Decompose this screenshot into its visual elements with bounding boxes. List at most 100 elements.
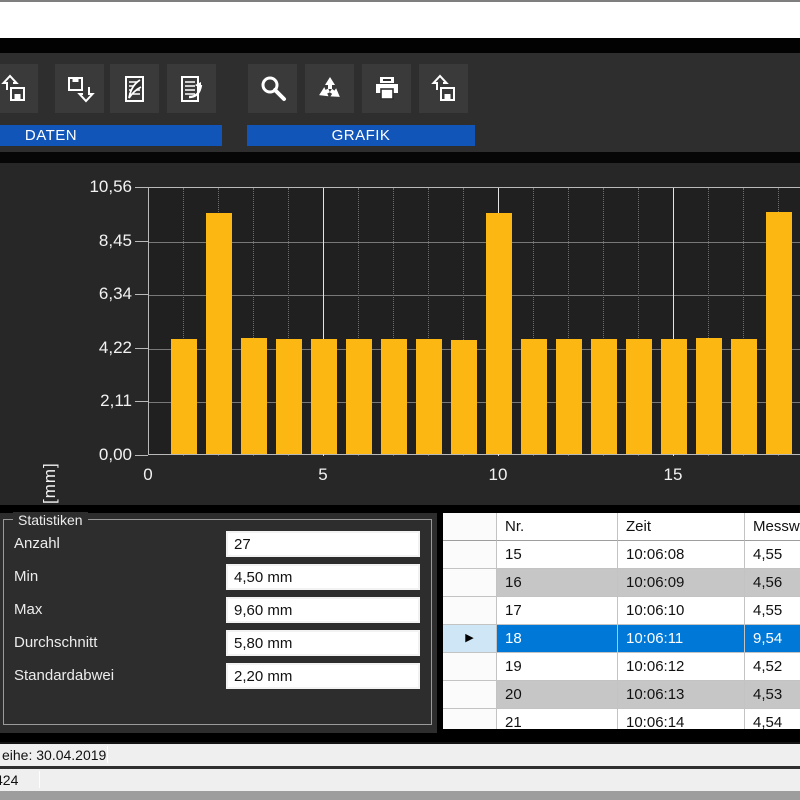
- y-tick-label: 8,45: [80, 231, 132, 251]
- printer-icon: [371, 73, 403, 105]
- statistic-row: Max: [4, 597, 433, 623]
- y-tick-mark: [135, 348, 148, 349]
- document-swoosh-icon: [119, 73, 151, 105]
- statistic-row: Anzahl: [4, 531, 433, 557]
- statistic-label: Max: [14, 601, 42, 618]
- table-cell: 10:06:08: [618, 541, 745, 569]
- measurement-chart: [mm] 0,002,114,226,348,4510,56051015: [0, 163, 800, 505]
- table-cell: 21: [497, 709, 618, 729]
- save-graphic-button[interactable]: [419, 64, 468, 113]
- row-selector-cell[interactable]: [443, 709, 497, 729]
- chart-bar: [171, 339, 197, 454]
- load-data-button[interactable]: [0, 64, 38, 113]
- statistic-value-field[interactable]: [226, 597, 420, 623]
- table-cell: 10:06:09: [618, 569, 745, 597]
- y-gridline: [149, 295, 800, 296]
- refresh-button[interactable]: [305, 64, 354, 113]
- zoom-button[interactable]: [248, 64, 297, 113]
- table-corner-header[interactable]: [443, 513, 497, 541]
- table-row[interactable]: ▶1810:06:119,54: [443, 625, 800, 653]
- save-data-button[interactable]: [55, 64, 104, 113]
- statistic-label: Anzahl: [14, 535, 60, 552]
- app-window: DATEN GRAFIK [mm] 0,002,114,226,348,4510…: [0, 0, 800, 800]
- table-row[interactable]: 1710:06:104,55: [443, 597, 800, 625]
- table-cell: 16: [497, 569, 618, 597]
- bottom-section: Statistiken Anzahl Min Max Durchschnitt Stan…: [0, 505, 800, 742]
- y-tick-mark: [135, 187, 148, 188]
- status-bar-device: 424: [0, 769, 800, 791]
- export-data-button[interactable]: [167, 64, 216, 113]
- table-row[interactable]: 1910:06:124,52: [443, 653, 800, 681]
- table-column-header[interactable]: Messwert: [745, 513, 800, 541]
- row-selector-cell[interactable]: [443, 681, 497, 709]
- measurement-table: Nr.ZeitMesswert1510:06:084,551610:06:094…: [443, 513, 800, 729]
- y-tick-label: 0,00: [80, 445, 132, 465]
- recycle-icon: [314, 73, 346, 105]
- table-cell: 4,56: [745, 569, 800, 597]
- table-cell: 19: [497, 653, 618, 681]
- chart-bar: [766, 212, 792, 454]
- floppy-down-arrow-icon: [64, 73, 96, 105]
- separator: [0, 38, 800, 53]
- table-cell: 10:06:12: [618, 653, 745, 681]
- x-tick-label: 10: [473, 465, 523, 485]
- chart-bar: [486, 213, 512, 454]
- table-cell: 10:06:14: [618, 709, 745, 729]
- statistics-groupbox: Statistiken AnzahlMinMaxDurchschnittStan…: [3, 519, 432, 725]
- row-selector-cell[interactable]: [443, 653, 497, 681]
- statistic-value-field[interactable]: [226, 663, 420, 689]
- statistic-label: Durchschnitt: [14, 634, 97, 651]
- table-column-header[interactable]: Zeit: [618, 513, 745, 541]
- status-separator: [39, 771, 40, 788]
- table-row[interactable]: 1510:06:084,55: [443, 541, 800, 569]
- table-cell: 15: [497, 541, 618, 569]
- table-cell: 10:06:10: [618, 597, 745, 625]
- toolbar-group-label-daten: DATEN: [0, 125, 222, 146]
- menu-strip: [0, 2, 800, 38]
- table-cell: 9,54: [745, 625, 800, 653]
- table-cell: 20: [497, 681, 618, 709]
- document-arrow-icon: [176, 73, 208, 105]
- y-tick-label: 2,11: [80, 391, 132, 411]
- y-tick-mark: [135, 294, 148, 295]
- chart-plot-area: [148, 187, 800, 455]
- table-row[interactable]: 1610:06:094,56: [443, 569, 800, 597]
- table-cell: 4,54: [745, 709, 800, 729]
- x-tick-label: 0: [123, 465, 173, 485]
- statistic-row: Min: [4, 564, 433, 590]
- chart-bar: [451, 340, 477, 454]
- table-row[interactable]: 2010:06:134,53: [443, 681, 800, 709]
- table-cell: 17: [497, 597, 618, 625]
- status-bar-series: eihe: 30.04.2019: [0, 744, 800, 766]
- magnifier-icon: [257, 73, 289, 105]
- table-cell: 18: [497, 625, 618, 653]
- chart-bar: [591, 339, 617, 454]
- chart-bar: [276, 339, 302, 454]
- y-tick-label: 4,22: [80, 338, 132, 358]
- table-column-header[interactable]: Nr.: [497, 513, 618, 541]
- chart-bar: [346, 339, 372, 454]
- window-bottom-border: [0, 791, 800, 800]
- statistic-row: Standardabwei: [4, 663, 433, 689]
- floppy-up-arrow-icon: [428, 73, 460, 105]
- row-selector-cell[interactable]: ▶: [443, 625, 497, 653]
- device-text: 424: [0, 772, 18, 788]
- x-tick-label: 15: [648, 465, 698, 485]
- statistic-value-field[interactable]: [226, 630, 420, 656]
- statistics-title: Statistiken: [13, 512, 88, 528]
- chart-bar: [206, 213, 232, 454]
- row-selector-cell[interactable]: [443, 541, 497, 569]
- statistic-label: Min: [14, 568, 38, 585]
- table-row[interactable]: 2110:06:144,54: [443, 709, 800, 729]
- delete-data-button[interactable]: [110, 64, 159, 113]
- print-button[interactable]: [362, 64, 411, 113]
- statistic-value-field[interactable]: [226, 564, 420, 590]
- statistic-value-field[interactable]: [226, 531, 420, 557]
- y-tick-mark: [135, 241, 148, 242]
- row-selector-cell[interactable]: [443, 597, 497, 625]
- x-tick-label: 5: [298, 465, 348, 485]
- table-cell: 4,55: [745, 597, 800, 625]
- floppy-up-arrow-icon: [0, 73, 30, 105]
- chart-bar: [626, 339, 652, 454]
- row-selector-cell[interactable]: [443, 569, 497, 597]
